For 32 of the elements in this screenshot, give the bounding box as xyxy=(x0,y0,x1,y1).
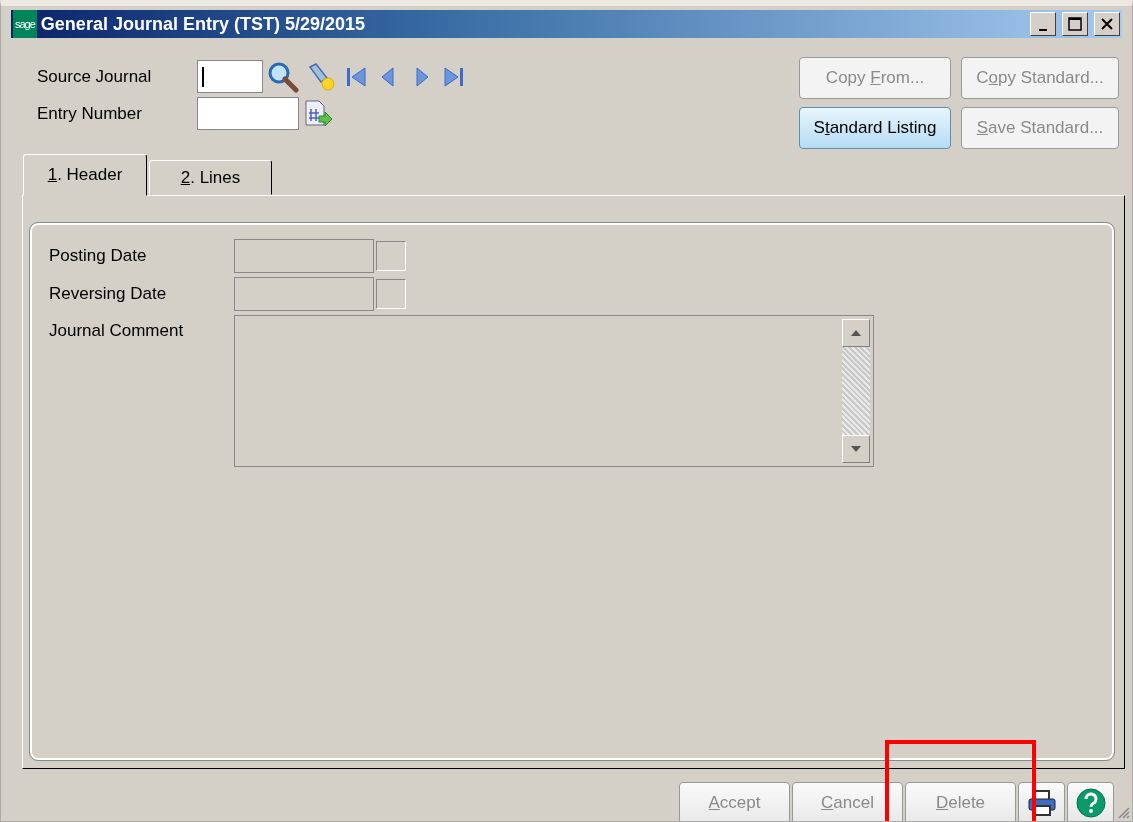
search-icon[interactable] xyxy=(267,60,299,93)
close-icon xyxy=(1101,18,1113,30)
journal-field[interactable] xyxy=(197,60,263,93)
field-label: Entry Number xyxy=(37,103,143,124)
window-title: General Journal Entry (TST) 5/29/2015 xyxy=(40,13,366,35)
first-record-icon[interactable] xyxy=(345,64,367,89)
minimize-button[interactable] xyxy=(1030,12,1056,36)
maximize-icon xyxy=(1068,17,1082,31)
down-arrow-icon xyxy=(850,445,862,453)
action-button[interactable]: Standard Listing xyxy=(799,107,951,149)
document-arrow-icon[interactable] xyxy=(303,98,333,129)
up-arrow-icon xyxy=(850,329,862,337)
calendar-button[interactable] xyxy=(376,279,406,309)
field-label: Journal Comment xyxy=(49,320,185,341)
help-icon xyxy=(1074,787,1107,819)
tab[interactable]: 1. Header xyxy=(23,154,147,196)
help-button[interactable] xyxy=(1067,782,1114,821)
last-record-icon[interactable] xyxy=(443,64,465,89)
flashlight-icon[interactable] xyxy=(307,61,337,92)
app-badge: sage xyxy=(13,10,37,38)
minimize-icon xyxy=(1039,29,1047,31)
entry-number-field[interactable] xyxy=(197,97,299,130)
field-label: Reversing Date xyxy=(49,284,168,304)
calendar-button[interactable] xyxy=(376,241,406,271)
close-button[interactable] xyxy=(1094,12,1120,36)
field-label: Source Journal xyxy=(37,66,153,87)
print-button[interactable] xyxy=(1018,782,1065,821)
maximize-button[interactable] xyxy=(1062,12,1088,36)
printer-icon xyxy=(1026,789,1057,817)
field-label: Posting Date xyxy=(49,246,148,266)
resize-grip-icon[interactable] xyxy=(1118,807,1130,819)
tab[interactable]: 2. Lines xyxy=(149,160,272,195)
